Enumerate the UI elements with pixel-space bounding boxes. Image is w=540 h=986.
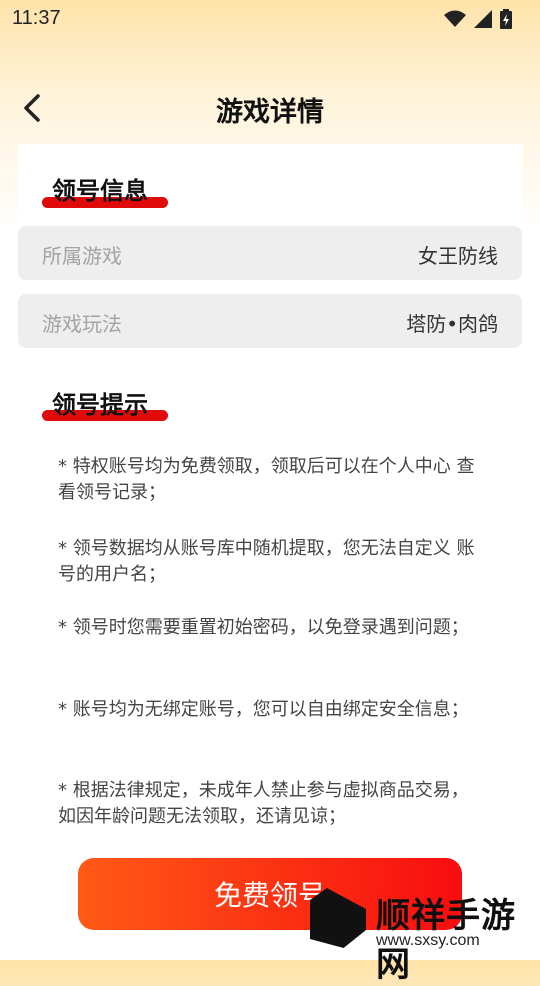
tip-item: * 领号时您需要重置初始密码，以免登录遇到问题； — [58, 617, 469, 638]
watermark-logo-icon — [310, 888, 366, 948]
tip-item: * 特权账号均为免费领取，领取后可以在个人中心 查看领号记录； — [58, 456, 475, 503]
row-label: 游戏玩法 — [42, 312, 122, 336]
status-time: 11:37 — [12, 7, 61, 29]
info-row-gameplay: 游戏玩法 塔防•肉鸽 — [18, 294, 522, 348]
tips-title: 领号提示 — [52, 391, 148, 419]
row-label: 所属游戏 — [42, 244, 122, 268]
page-title: 游戏详情 — [216, 97, 324, 128]
wifi-icon — [444, 10, 466, 27]
row-value: 塔防•肉鸽 — [406, 312, 498, 336]
nav-bar: 游戏详情 — [0, 80, 540, 136]
info-row-game: 所属游戏 女王防线 — [18, 226, 522, 280]
battery-charging-icon — [500, 9, 512, 29]
status-icons — [444, 9, 512, 29]
signal-icon — [474, 10, 492, 28]
tip-item: * 领号数据均从账号库中随机提取，您无法自定义 账号的用户名； — [58, 538, 475, 585]
status-bar: 11:37 — [0, 0, 540, 36]
account-info-title: 领号信息 — [52, 177, 148, 205]
watermark: 顺祥手游网 www.sxsy.com — [310, 882, 540, 985]
tip-item: * 账号均为无绑定账号，您可以自由绑定安全信息； — [58, 699, 469, 720]
tip-item: * 根据法律规定，未成年人禁止参与虚拟商品交易， 如因年龄问题无法领取，还请见谅… — [58, 780, 469, 827]
row-value: 女王防线 — [418, 244, 498, 268]
watermark-url: www.sxsy.com — [376, 932, 480, 949]
